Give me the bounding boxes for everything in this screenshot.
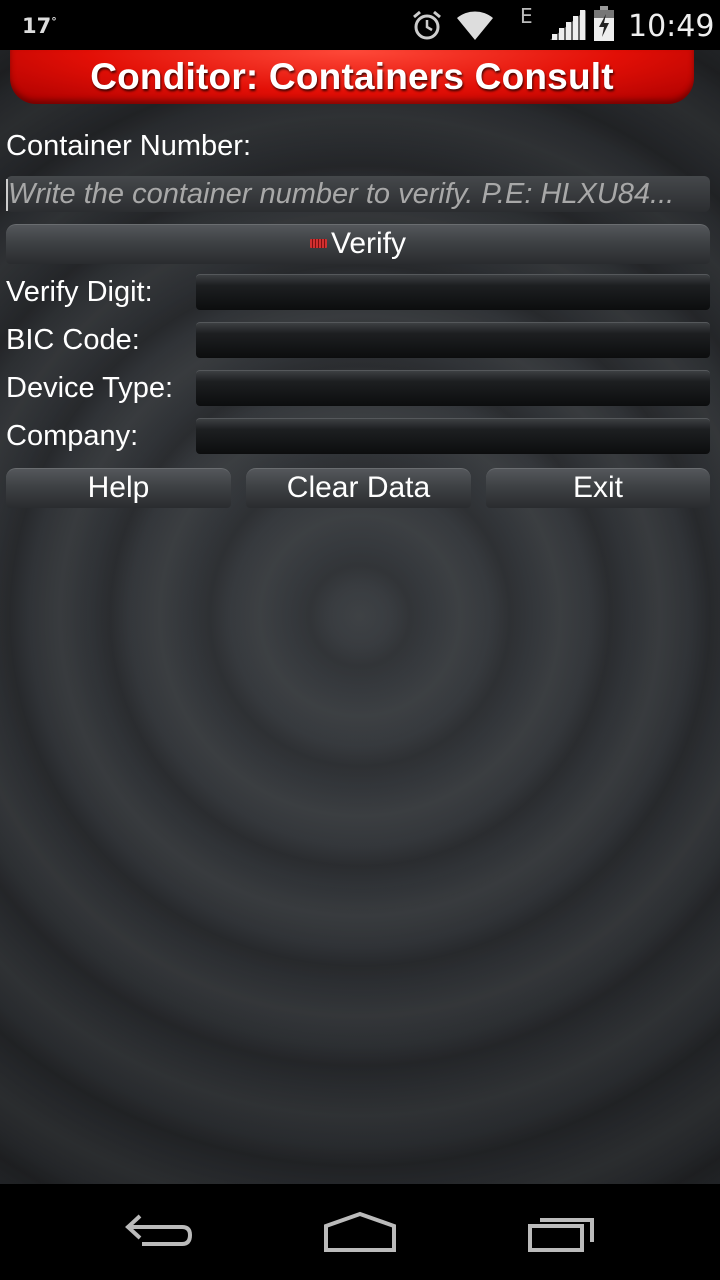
bic-code-label: BIC Code: <box>6 324 140 356</box>
text-cursor <box>6 179 8 211</box>
title-bar: Conditor: Containers Consult <box>10 50 694 104</box>
weather-temperature: 17° <box>22 14 57 38</box>
verify-button[interactable]: Verify <box>6 224 710 264</box>
app-title: Conditor: Containers Consult <box>90 56 614 97</box>
status-bar: 17° E 10:49 <box>0 0 720 50</box>
network-type: E <box>520 4 533 28</box>
exit-button[interactable]: Exit <box>486 468 710 508</box>
recent-apps-icon[interactable] <box>526 1210 598 1254</box>
alarm-icon <box>413 10 441 40</box>
verify-button-label: Verify <box>330 227 407 260</box>
wifi-icon <box>457 11 493 40</box>
company-label: Company: <box>6 420 139 452</box>
home-icon[interactable] <box>322 1210 398 1254</box>
bic-code-field <box>196 322 710 358</box>
container-number-label: Container Number: <box>6 130 251 162</box>
barcode-icon <box>309 238 327 248</box>
clear-data-button[interactable]: Clear Data <box>246 468 471 508</box>
navigation-bar <box>0 1184 720 1280</box>
help-button[interactable]: Help <box>6 468 231 508</box>
container-number-placeholder: Write the container number to verify. P.… <box>8 178 675 210</box>
device-type-field <box>196 370 710 406</box>
signal-icon <box>550 10 586 40</box>
container-number-input[interactable]: Write the container number to verify. P.… <box>6 176 710 212</box>
battery-charging-icon <box>594 6 614 41</box>
verify-digit-label: Verify Digit: <box>6 276 153 308</box>
verify-digit-field <box>196 274 710 310</box>
company-field <box>196 418 710 454</box>
app-screen: Conditor: Containers Consult Container N… <box>0 50 720 1184</box>
device-type-label: Device Type: <box>6 372 174 404</box>
back-icon[interactable] <box>124 1210 196 1254</box>
clock: 10:49 <box>628 9 715 44</box>
